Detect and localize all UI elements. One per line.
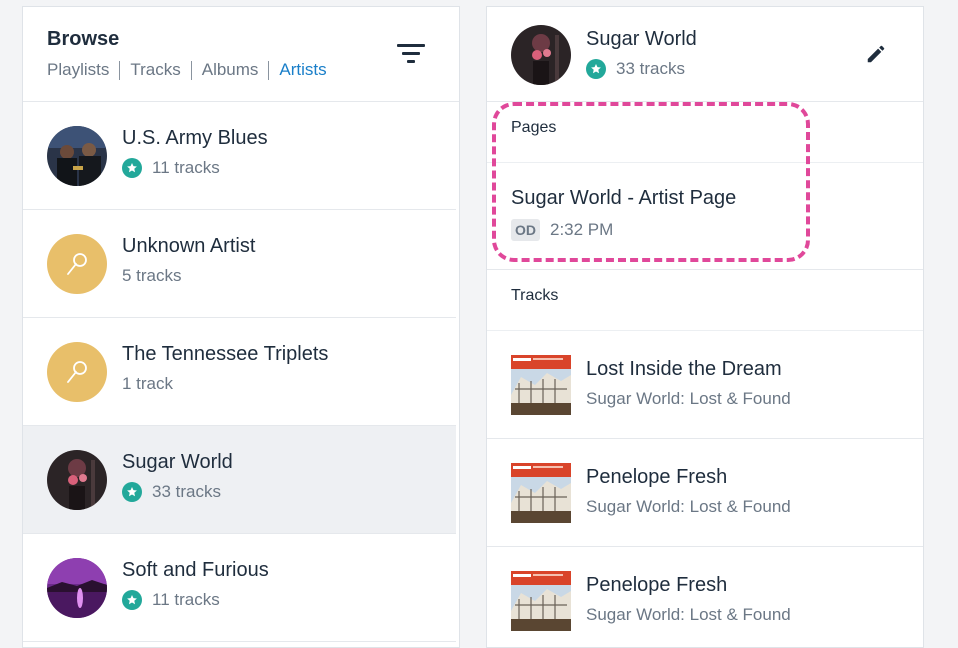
- od-badge: OD: [511, 219, 540, 241]
- detail-header: Sugar World 33 tracks: [487, 7, 923, 102]
- album-cover: [511, 571, 571, 631]
- track-album: Sugar World: Lost & Found: [586, 389, 791, 408]
- star-icon: [586, 59, 606, 79]
- artist-avatar: [47, 558, 107, 618]
- artist-row-tennessee-triplets[interactable]: The Tennessee Triplets 1 track: [23, 318, 456, 426]
- album-cover: [511, 463, 571, 523]
- artist-track-count: 11 tracks: [122, 158, 220, 178]
- artist-name: U.S. Army Blues: [122, 127, 268, 149]
- artist-track-count: 1 track: [122, 374, 173, 394]
- artist-row-soft-and-furious[interactable]: Soft and Furious 11 tracks: [23, 534, 456, 642]
- artist-track-count: 33 tracks: [122, 482, 221, 502]
- track-row[interactable]: Lost Inside the Dream Sugar World: Lost …: [487, 331, 923, 439]
- browse-panel: Browse Playlists Tracks Albums Artists U…: [22, 6, 460, 648]
- nav-tracks[interactable]: Tracks: [130, 60, 180, 80]
- artist-avatar: [47, 126, 107, 186]
- track-row[interactable]: Penelope Fresh Sugar World: Lost & Found: [487, 439, 923, 547]
- detail-track-count: 33 tracks: [586, 59, 685, 79]
- track-count-text: 5 tracks: [122, 266, 182, 285]
- star-icon: [122, 482, 142, 502]
- track-album: Sugar World: Lost & Found: [586, 497, 791, 516]
- filter-icon[interactable]: [397, 44, 425, 64]
- nav-separator: [190, 60, 192, 80]
- nav-separator: [268, 60, 270, 80]
- track-count-text: 33 tracks: [616, 59, 685, 78]
- track-album: Sugar World: Lost & Found: [586, 605, 791, 624]
- album-cover: [511, 355, 571, 415]
- nav-albums[interactable]: Albums: [202, 60, 259, 80]
- star-icon: [122, 590, 142, 610]
- page-title: Sugar World - Artist Page: [511, 187, 737, 209]
- nav-playlists[interactable]: Playlists: [47, 60, 109, 80]
- track-count-text: 1 track: [122, 374, 174, 393]
- artist-name: Unknown Artist: [122, 235, 256, 257]
- pencil-icon[interactable]: [865, 43, 887, 65]
- artist-avatar: [511, 25, 571, 85]
- browse-nav: Playlists Tracks Albums Artists: [47, 60, 327, 80]
- browse-title: Browse: [47, 28, 120, 50]
- artist-row-sugar-world[interactable]: Sugar World 33 tracks: [23, 426, 456, 534]
- artist-row-us-army-blues[interactable]: U.S. Army Blues 11 tracks: [23, 102, 456, 210]
- star-icon: [122, 158, 142, 178]
- track-row[interactable]: Penelope Fresh Sugar World: Lost & Found: [487, 547, 923, 647]
- nav-separator: [119, 60, 121, 80]
- artist-detail-panel: Sugar World 33 tracks Pages Sugar World …: [486, 6, 924, 648]
- artist-page-item[interactable]: Sugar World - Artist Page OD 2:32 PM: [487, 163, 923, 270]
- artist-avatar: [47, 450, 107, 510]
- pages-section-label: Pages: [487, 102, 923, 163]
- track-title: Lost Inside the Dream: [586, 358, 782, 380]
- track-count-text: 11 tracks: [152, 590, 220, 609]
- artist-name: The Tennessee Triplets: [122, 343, 329, 365]
- artist-track-count: 5 tracks: [122, 266, 182, 286]
- artist-name: Sugar World: [122, 451, 233, 473]
- track-title: Penelope Fresh: [586, 574, 728, 596]
- nav-artists[interactable]: Artists: [279, 60, 326, 80]
- page-time: 2:32 PM: [550, 220, 614, 239]
- detail-title: Sugar World: [586, 28, 697, 50]
- tracks-section-label: Tracks: [487, 270, 923, 331]
- artist-name: Soft and Furious: [122, 559, 269, 581]
- page-meta: OD 2:32 PM: [511, 219, 613, 241]
- microphone-icon: [47, 342, 107, 402]
- artist-row-unknown-artist[interactable]: Unknown Artist 5 tracks: [23, 210, 456, 318]
- track-count-text: 33 tracks: [152, 482, 221, 501]
- microphone-icon: [47, 234, 107, 294]
- artist-track-count: 11 tracks: [122, 590, 220, 610]
- browse-header: Browse Playlists Tracks Albums Artists: [23, 7, 459, 102]
- track-title: Penelope Fresh: [586, 466, 728, 488]
- track-count-text: 11 tracks: [152, 158, 220, 177]
